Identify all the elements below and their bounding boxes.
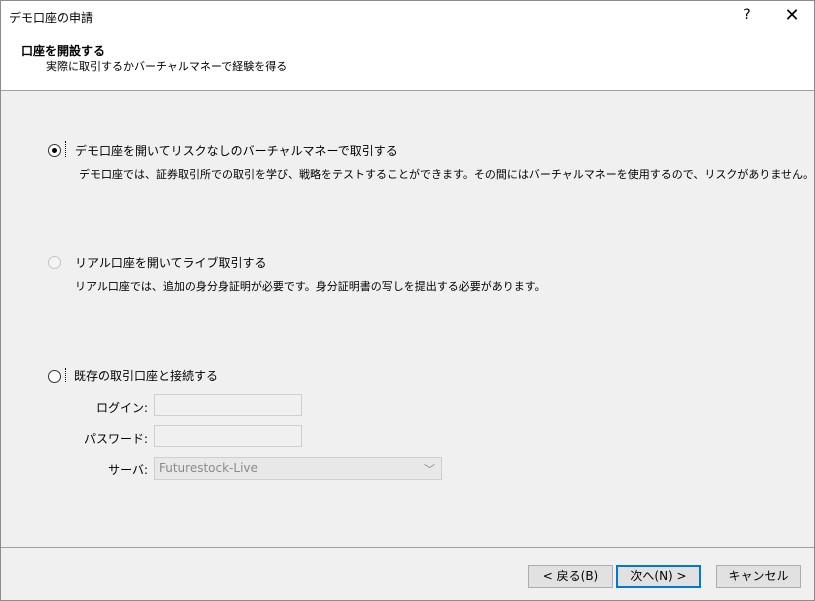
radio-existing-account[interactable]	[48, 370, 61, 383]
radio-real-account[interactable]	[48, 256, 61, 269]
account-dialog: デモ口座の申請 ? ✕ 口座を開設する 実際に取引するかバーチャルマネーで経験を…	[0, 0, 815, 601]
page-subtitle: 実際に取引するかバーチャルマネーで経験を得る	[46, 60, 288, 73]
server-select[interactable]: Futurestock-Live ﹀	[154, 457, 442, 480]
options-panel: デモ口座を開いてリスクなしのバーチャルマネーで取引する デモ口座では、証券取引所…	[1, 91, 814, 547]
wizard-header: 口座を開設する 実際に取引するかバーチャルマネーで経験を得る	[1, 31, 814, 91]
window-title: デモ口座の申請	[9, 11, 94, 25]
close-icon[interactable]: ✕	[781, 5, 803, 27]
footer-divider	[1, 547, 814, 548]
server-selected-value: Futurestock-Live	[159, 461, 258, 475]
option-real-label[interactable]: リアル口座を開いてライブ取引する	[75, 254, 267, 271]
cancel-button[interactable]: キャンセル	[716, 565, 801, 588]
option-demo-description: デモ口座では、証券取引所での取引を学び、戦略をテストすることができます。その間に…	[79, 168, 815, 181]
password-input[interactable]	[154, 425, 302, 447]
login-input[interactable]	[154, 394, 302, 416]
option-demo-label[interactable]: デモ口座を開いてリスクなしのバーチャルマネーで取引する	[75, 142, 398, 159]
next-button[interactable]: 次へ(N) >	[616, 565, 701, 588]
option-existing-label[interactable]: 既存の取引口座と接続する	[74, 367, 218, 384]
login-label: ログイン:	[95, 401, 148, 415]
server-label: サーバ:	[108, 463, 148, 477]
option-real-description: リアル口座では、追加の身分身証明が必要です。身分証明書の写しを提出する必要があり…	[75, 280, 546, 293]
focus-indicator	[65, 368, 67, 382]
password-label: パスワード:	[83, 432, 148, 446]
help-icon[interactable]: ?	[739, 7, 755, 25]
radio-demo-account[interactable]	[48, 144, 61, 157]
title-bar: デモ口座の申請 ? ✕	[1, 1, 814, 31]
focus-indicator	[65, 141, 67, 157]
page-title: 口座を開設する	[21, 44, 106, 58]
back-button[interactable]: < 戻る(B)	[528, 565, 613, 588]
chevron-down-icon: ﹀	[424, 463, 435, 476]
